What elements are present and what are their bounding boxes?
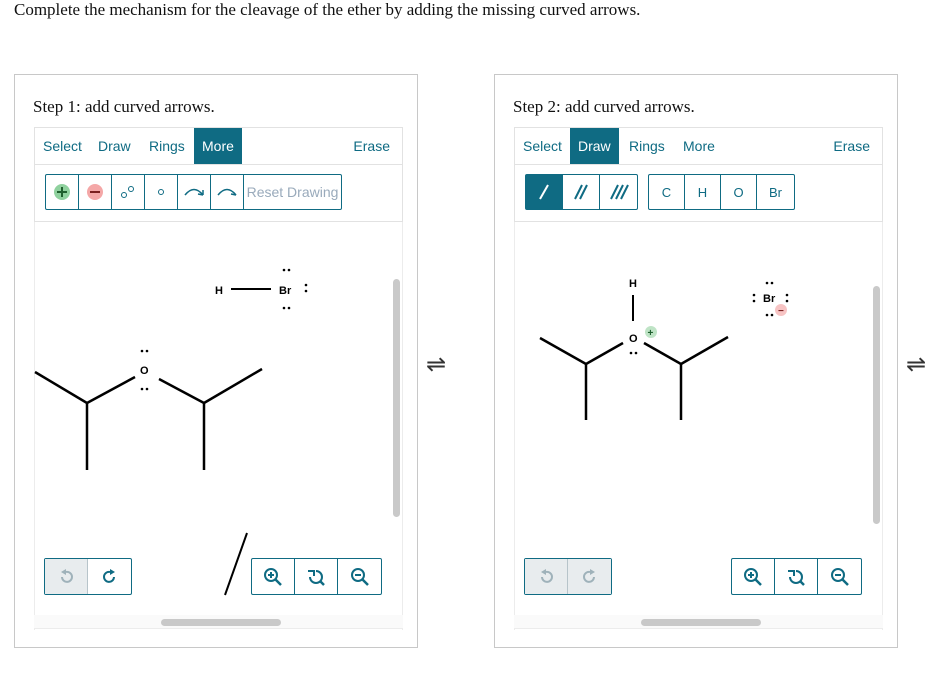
zoom-in-icon[interactable] <box>252 559 295 594</box>
zoom-in-icon[interactable] <box>732 559 775 594</box>
br-atom: Br <box>763 293 776 305</box>
zoom-reset-icon[interactable] <box>775 559 818 594</box>
undo-icon[interactable] <box>525 559 568 594</box>
o-atom: O <box>140 365 149 377</box>
o-atom: O <box>629 333 638 345</box>
zoom-reset-icon[interactable] <box>295 559 338 594</box>
redo-icon[interactable] <box>88 559 131 594</box>
minus-charge: − <box>778 306 784 317</box>
redo-icon[interactable] <box>568 559 611 594</box>
zoom-group <box>251 558 382 595</box>
undo-icon[interactable] <box>45 559 88 594</box>
instruction-text: Complete the mechanism for the cleavage … <box>14 0 641 19</box>
equilibrium-arrow-2: ⇌ <box>906 351 927 378</box>
zoom-out-icon[interactable] <box>818 559 861 594</box>
step1-panel: Step 1: add curved arrows. Select Draw R… <box>14 74 418 648</box>
plus-charge: + <box>648 328 654 339</box>
undo-redo-group <box>44 558 132 595</box>
zoom-out-icon[interactable] <box>338 559 381 594</box>
zoom-group <box>731 558 862 595</box>
br-atom: Br <box>279 285 292 297</box>
h-atom: H <box>629 278 637 290</box>
h-atom: H <box>215 285 223 297</box>
step2-panel: Step 2: add curved arrows. Select Draw R… <box>494 74 898 648</box>
equilibrium-arrow-1: ⇌ <box>426 351 447 378</box>
undo-redo-group <box>524 558 612 595</box>
